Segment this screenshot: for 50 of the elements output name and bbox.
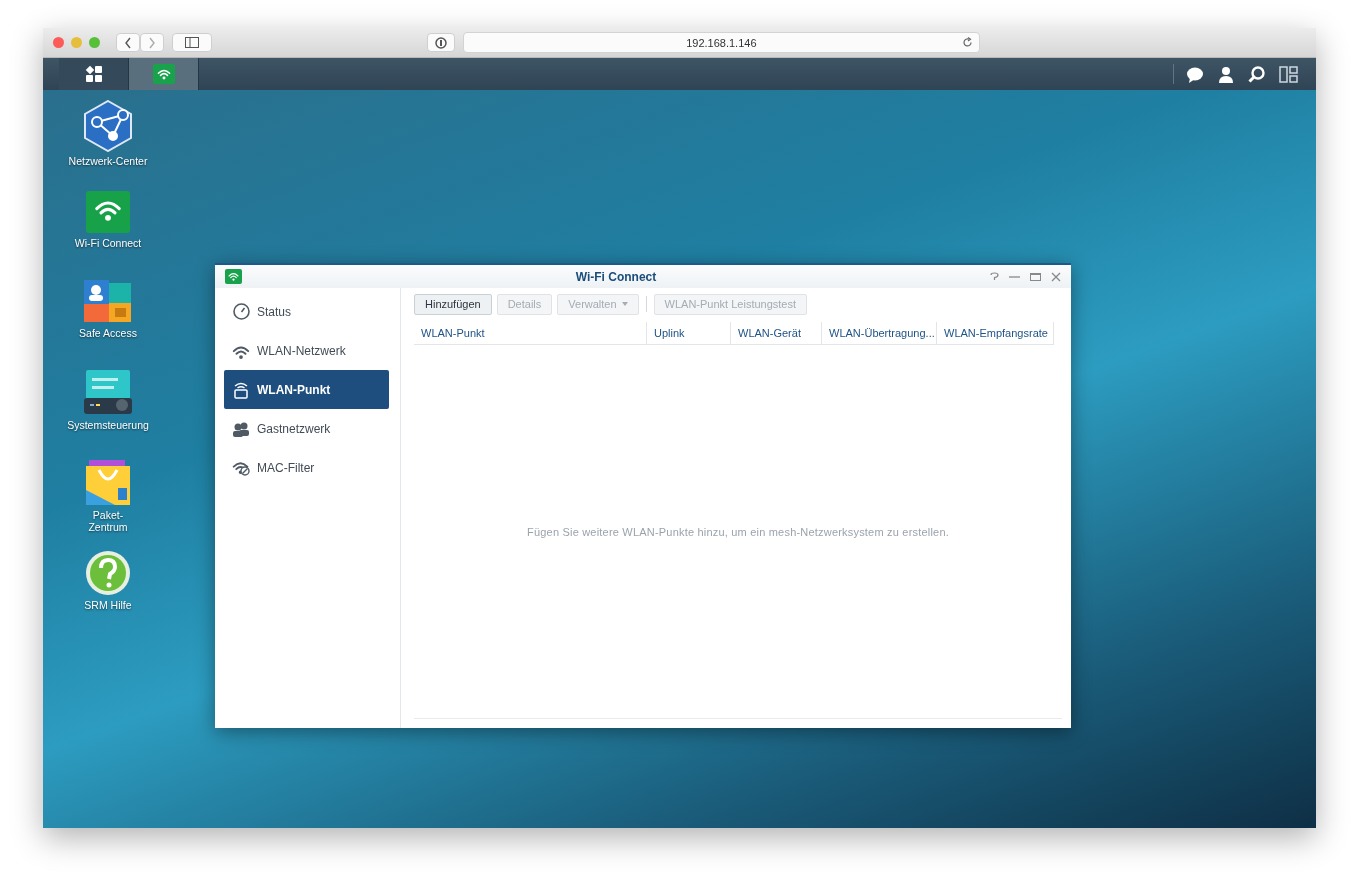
address-field[interactable]: 192.168.1.146: [462, 32, 980, 53]
close-icon[interactable]: [1051, 271, 1061, 282]
sidebar-button[interactable]: [172, 33, 212, 52]
desktop-icon-label[interactable]: Netzwerk-Center: [68, 155, 148, 167]
wifi-block-icon: [231, 459, 251, 476]
wifi-icon: [225, 269, 242, 284]
sidebar-item[interactable]: Gastnetzwerk: [224, 409, 389, 448]
wifi-icon[interactable]: [85, 190, 131, 234]
privacy-button[interactable]: [426, 33, 455, 52]
gauge-icon: [232, 303, 250, 320]
toolbar-button[interactable]: Hinzufügen: [414, 293, 492, 315]
back-button[interactable]: [116, 33, 140, 52]
chevron-right-icon: [148, 36, 156, 49]
network-hexagon-icon[interactable]: [83, 100, 133, 152]
help-icon[interactable]: [990, 271, 999, 282]
circle-icon: [434, 36, 447, 49]
chat-icon[interactable]: [1186, 65, 1204, 83]
desktop-icon-label[interactable]: SRM Hilfe: [84, 599, 132, 611]
sidebar-item[interactable]: WLAN-Punkt: [224, 370, 389, 409]
widgets-icon[interactable]: [1279, 65, 1298, 83]
wifi-icon: [152, 64, 175, 84]
column-header[interactable]: Uplink: [647, 322, 731, 344]
user-icon[interactable]: [1218, 65, 1234, 83]
taskbar-app-button[interactable]: [59, 58, 129, 90]
people-icon: [232, 420, 250, 437]
column-header[interactable]: WLAN-Empfangsrate: [937, 322, 1054, 344]
sidebar-item[interactable]: MAC-Filter: [224, 448, 389, 487]
chevron-left-icon: [124, 36, 132, 49]
control-panel-icon[interactable]: [84, 370, 132, 416]
tiles-icon[interactable]: [84, 280, 132, 324]
router-icon: [233, 380, 249, 399]
empty-message: Fügen Sie weitere WLAN-Punkte hinzu, um ein mesh-Netzwerksystem zu erstellen.: [527, 525, 949, 538]
desktop-icon-label[interactable]: Systemsteuerung: [67, 419, 149, 431]
help-icon[interactable]: [85, 550, 131, 596]
sidebar-icon: [185, 37, 199, 48]
desktop-icon-label[interactable]: Wi-Fi Connect: [74, 237, 142, 249]
sidebar-item[interactable]: Status: [224, 292, 389, 331]
desktop-icon-label[interactable]: Safe Access: [79, 327, 137, 339]
column-header[interactable]: WLAN-Punkt: [414, 322, 647, 344]
maximize-icon[interactable]: [1030, 271, 1041, 282]
reload-icon[interactable]: [961, 37, 973, 48]
search-icon[interactable]: [1248, 65, 1265, 83]
shopping-bag-icon[interactable]: [85, 460, 131, 506]
column-header[interactable]: WLAN-Übertragung...: [822, 322, 937, 344]
column-header[interactable]: WLAN-Gerät: [731, 322, 822, 344]
desktop-icon-label[interactable]: Paket- Zentrum: [88, 509, 128, 533]
caret-icon: [621, 302, 628, 306]
main-menu-icon: [84, 65, 103, 83]
window-title: Wi-Fi Connect: [574, 269, 658, 284]
sidebar-item[interactable]: WLAN-Netzwerk: [224, 331, 389, 370]
